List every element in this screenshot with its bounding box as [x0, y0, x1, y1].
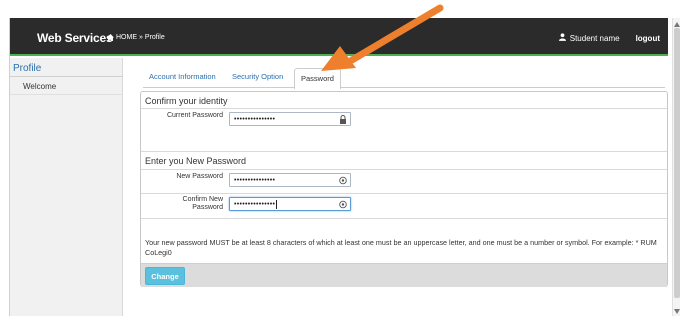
user-button[interactable]: Student name — [558, 33, 620, 43]
divider — [10, 76, 123, 77]
logout-link[interactable]: logout — [636, 34, 660, 43]
current-password-value: ••••••••••••••• — [234, 115, 276, 123]
text-caret — [276, 199, 278, 209]
brand-title[interactable]: Web Services — [37, 31, 113, 45]
password-panel: Confirm your identity Current Password •… — [140, 91, 668, 287]
tab-password[interactable]: Password — [294, 68, 341, 89]
breadcrumb-home[interactable]: HOME — [116, 34, 137, 41]
change-button[interactable]: Change — [145, 267, 185, 285]
user-name: Student name — [569, 33, 620, 43]
current-password-label: Current Password — [166, 112, 223, 119]
top-navbar: Web Services HOME » Profile Student name… — [10, 18, 668, 56]
new-password-label: New Password — [176, 173, 223, 180]
key-icon[interactable] — [339, 115, 347, 126]
reveal-password-icon[interactable] — [339, 200, 347, 211]
section-title-new-password: Enter you New Password — [145, 156, 247, 166]
divider — [141, 151, 667, 152]
tab-account-information[interactable]: Account Information — [149, 72, 216, 81]
profile-tabs: Account Information Security Option Pass… — [143, 68, 665, 89]
confirm-password-label-line2: Password — [192, 204, 223, 211]
sidebar-title[interactable]: Profile — [13, 63, 41, 74]
reveal-password-icon[interactable] — [339, 176, 347, 187]
user-menu: Student name logout — [558, 33, 660, 43]
scroll-down-icon[interactable] — [674, 307, 680, 316]
breadcrumb-current: Profile — [144, 34, 165, 41]
confirm-password-value: ••••••••••••••• — [234, 200, 276, 208]
user-icon — [558, 33, 566, 43]
new-password-value: ••••••••••••••• — [234, 176, 276, 184]
divider — [141, 193, 667, 194]
sidebar: Profile Welcome — [10, 58, 123, 316]
divider — [141, 218, 667, 219]
breadcrumb-separator: » — [139, 34, 143, 41]
confirm-password-label-line1: Confirm New — [182, 196, 223, 203]
scrollbar-thumb[interactable] — [674, 28, 680, 298]
new-password-field[interactable]: ••••••••••••••• — [229, 173, 351, 187]
home-icon — [107, 34, 114, 41]
breadcrumb: HOME » Profile — [107, 34, 165, 41]
page-scrollbar[interactable] — [672, 18, 680, 316]
confirm-password-field[interactable]: ••••••••••••••• — [229, 197, 351, 211]
current-password-field[interactable]: ••••••••••••••• — [229, 112, 351, 126]
form-footer: Change — [141, 263, 667, 287]
divider — [10, 94, 123, 95]
divider — [141, 169, 667, 170]
password-requirements-notice: Your new password MUST be at least 8 cha… — [145, 238, 657, 257]
section-title-confirm-identity: Confirm your identity — [145, 96, 228, 106]
sidebar-item-welcome[interactable]: Welcome — [23, 82, 56, 91]
browser-page: Web Services HOME » Profile Student name… — [9, 18, 676, 316]
tab-security-option[interactable]: Security Option — [232, 72, 283, 81]
divider — [141, 108, 667, 109]
confirm-password-label: Confirm New Password — [143, 196, 223, 212]
